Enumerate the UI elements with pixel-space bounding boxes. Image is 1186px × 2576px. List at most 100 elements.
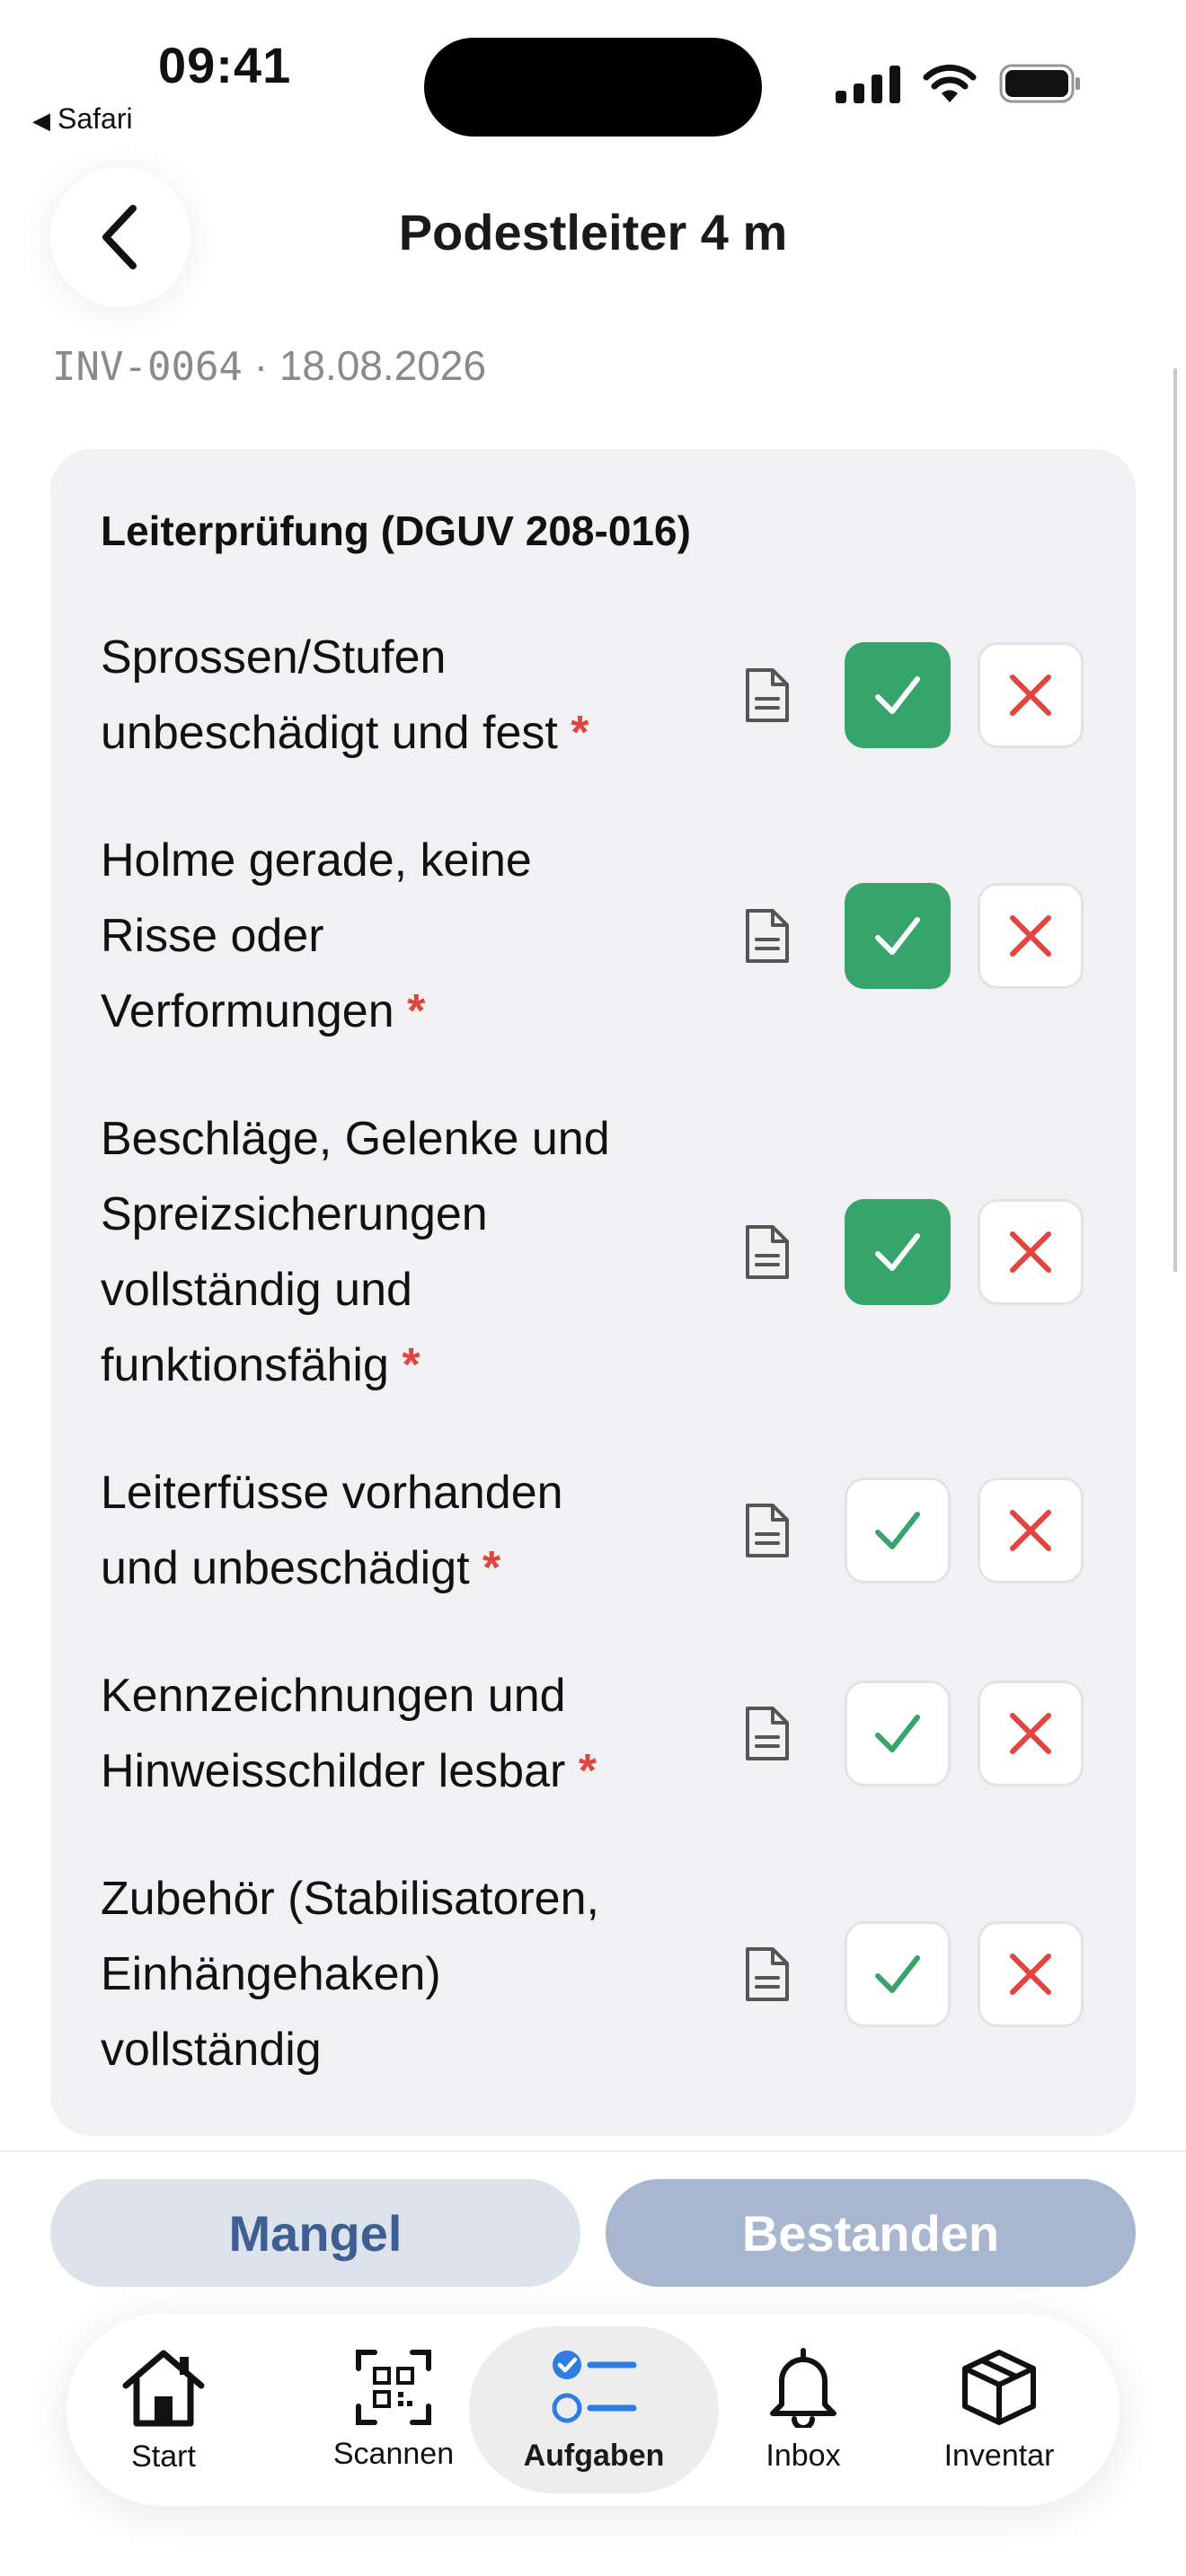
check-icon <box>875 676 920 714</box>
pass-check-button[interactable] <box>845 1681 951 1786</box>
checklist-item-label-line: unbeschädigt und fest <box>101 707 558 759</box>
asset-meta: INV-0064 · 18.08.2026 <box>52 341 486 390</box>
checklist-item-label-line: und unbeschädigt <box>101 1542 470 1594</box>
close-icon <box>1010 1954 1051 1995</box>
home-icon <box>122 2350 205 2426</box>
close-icon <box>1010 1713 1051 1754</box>
note-document-icon[interactable] <box>742 1502 792 1559</box>
back-triangle-icon: ◀ <box>32 107 50 134</box>
checklist-item-label-line: Kennzeichnungen und <box>101 1670 566 1722</box>
pass-check-button[interactable] <box>845 1478 951 1584</box>
checklist-item: Kennzeichnungen und Hinweisschilder lesba… <box>50 1658 1136 1809</box>
tab-label: Scannen <box>332 2436 455 2471</box>
checklist-title: Leiterprüfung (DGUV 208-016) <box>101 507 691 554</box>
required-marker: * <box>578 1745 597 1797</box>
required-marker: * <box>407 985 426 1037</box>
bottom-divider <box>0 2150 1186 2152</box>
tab-label: Start <box>131 2439 196 2474</box>
check-icon <box>875 917 920 955</box>
close-icon <box>1010 1510 1051 1551</box>
checklist-item: Beschläge, Gelenke und Spreizsicherungen v… <box>50 1101 1136 1403</box>
checklist-item-label-line: vollständig <box>101 2024 322 2076</box>
close-icon <box>1010 1231 1051 1273</box>
checklist-item-label-line: Verformungen <box>101 985 394 1037</box>
checklist-item-label: Kennzeichnungen und Hinweisschilder lesba… <box>101 1658 730 1809</box>
checklist-item-label: Zubehör (Stabilisatoren, Einhängehaken) vo… <box>101 1861 730 2087</box>
checklist-card: Leiterprüfung (DGUV 208-016) Sprossen/St… <box>50 449 1136 2136</box>
pass-check-button[interactable] <box>845 642 951 748</box>
pass-button[interactable]: Bestanden <box>606 2179 1136 2287</box>
tab-aufgaben[interactable]: Aufgaben <box>469 2326 719 2493</box>
page-title: Podestleiter 4 m <box>398 204 788 260</box>
qr-scan-icon <box>356 2349 431 2425</box>
fail-x-button[interactable] <box>978 1478 1084 1584</box>
note-document-icon[interactable] <box>742 907 792 965</box>
check-icon <box>875 1512 920 1549</box>
signal-icon <box>836 66 900 103</box>
pass-check-button[interactable] <box>845 1921 951 2027</box>
note-document-icon[interactable] <box>742 666 792 724</box>
fail-x-button[interactable] <box>978 642 1084 748</box>
check-icon <box>875 1955 920 1993</box>
checklist-item-label: Sprossen/Stufen unbeschädigt und fest * <box>101 620 730 771</box>
checklist-item-label-line: Spreizsicherungen <box>101 1188 488 1240</box>
checklist-item: Leiterfüsse vorhanden und unbeschädigt * <box>50 1455 1136 1606</box>
check-icon <box>875 1715 920 1752</box>
close-icon <box>1010 915 1051 957</box>
box-icon <box>962 2349 1036 2425</box>
tab-label: Aufgaben <box>523 2438 665 2473</box>
back-to-app[interactable]: ◀ Safari <box>32 102 133 136</box>
tab-inventar[interactable]: Inventar <box>907 2314 1091 2506</box>
required-marker: * <box>571 707 589 759</box>
checklist-item-label: Beschläge, Gelenke und Spreizsicherungen v… <box>101 1101 730 1403</box>
tab-start[interactable]: Start <box>84 2314 243 2506</box>
pass-check-button[interactable] <box>845 1199 951 1305</box>
checklist-item-label-line: Einhängehaken) <box>101 1948 441 2000</box>
defect-button[interactable]: Mangel <box>50 2179 580 2287</box>
tab-label: Inventar <box>943 2438 1055 2473</box>
tab-inbox[interactable]: Inbox <box>722 2314 884 2506</box>
tab-label: Inbox <box>766 2438 841 2473</box>
pass-check-button[interactable] <box>845 883 951 989</box>
tab-scannen[interactable]: Scannen <box>302 2314 485 2506</box>
bell-icon <box>770 2347 836 2428</box>
note-document-icon[interactable] <box>742 1705 792 1762</box>
note-document-icon[interactable] <box>742 1945 792 2003</box>
meta-separator: · <box>253 342 269 389</box>
fail-x-button[interactable] <box>978 1921 1084 2027</box>
back-app-label: Safari <box>58 102 133 135</box>
fail-x-button[interactable] <box>978 1199 1084 1305</box>
checklist-item: Zubehör (Stabilisatoren, Einhängehaken) vo… <box>50 1861 1136 2087</box>
checklist-item-label-line: Holme gerade, keine <box>101 834 532 887</box>
checklist-item: Sprossen/Stufen unbeschädigt und fest * <box>50 620 1136 771</box>
scroll-indicator <box>1173 368 1177 1272</box>
required-marker: * <box>482 1542 501 1594</box>
checklist-item-label-line: Hinweisschilder lesbar <box>101 1745 566 1797</box>
screen: 09:41 ◀ Safari Podestleiter 4 m INV-0064 … <box>0 0 1186 2576</box>
checklist-item-label-line: Beschläge, Gelenke und <box>101 1113 610 1165</box>
fail-x-button[interactable] <box>978 1681 1084 1786</box>
required-marker: * <box>402 1339 420 1391</box>
fail-x-button[interactable] <box>978 883 1084 989</box>
checklist-item-label: Leiterfüsse vorhanden und unbeschädigt * <box>101 1455 730 1606</box>
note-document-icon[interactable] <box>742 1223 792 1281</box>
wifi-icon <box>923 64 977 102</box>
checklist-item-label-line: vollständig und <box>101 1264 412 1316</box>
checklist-item-label-line: Sprossen/Stufen <box>101 631 447 684</box>
checklist-item-label: Holme gerade, keine Risse oder Verformunge… <box>101 823 730 1049</box>
status-time: 09:41 <box>158 37 292 93</box>
tab-bar: Start Scannen Aufgaben Inbox Inventar <box>66 2314 1120 2506</box>
checklist-item-label-line: Risse oder <box>101 910 324 962</box>
checklist-item-label-line: Zubehör (Stabilisatoren, <box>101 1873 599 1925</box>
dynamic-island <box>424 38 762 137</box>
checklist-item: Holme gerade, keine Risse oder Verformunge… <box>50 823 1136 1049</box>
inspection-date: 18.08.2026 <box>279 342 487 389</box>
status-icons <box>836 63 1082 104</box>
battery-icon <box>999 64 1080 103</box>
close-icon <box>1010 675 1051 716</box>
checklist-item-label-line: Leiterfüsse vorhanden <box>101 1467 563 1519</box>
task-list-icon <box>552 2350 637 2422</box>
inventory-id: INV-0064 <box>52 344 243 390</box>
check-icon <box>875 1233 920 1271</box>
checklist-item-label-line: funktionsfähig <box>101 1339 389 1391</box>
